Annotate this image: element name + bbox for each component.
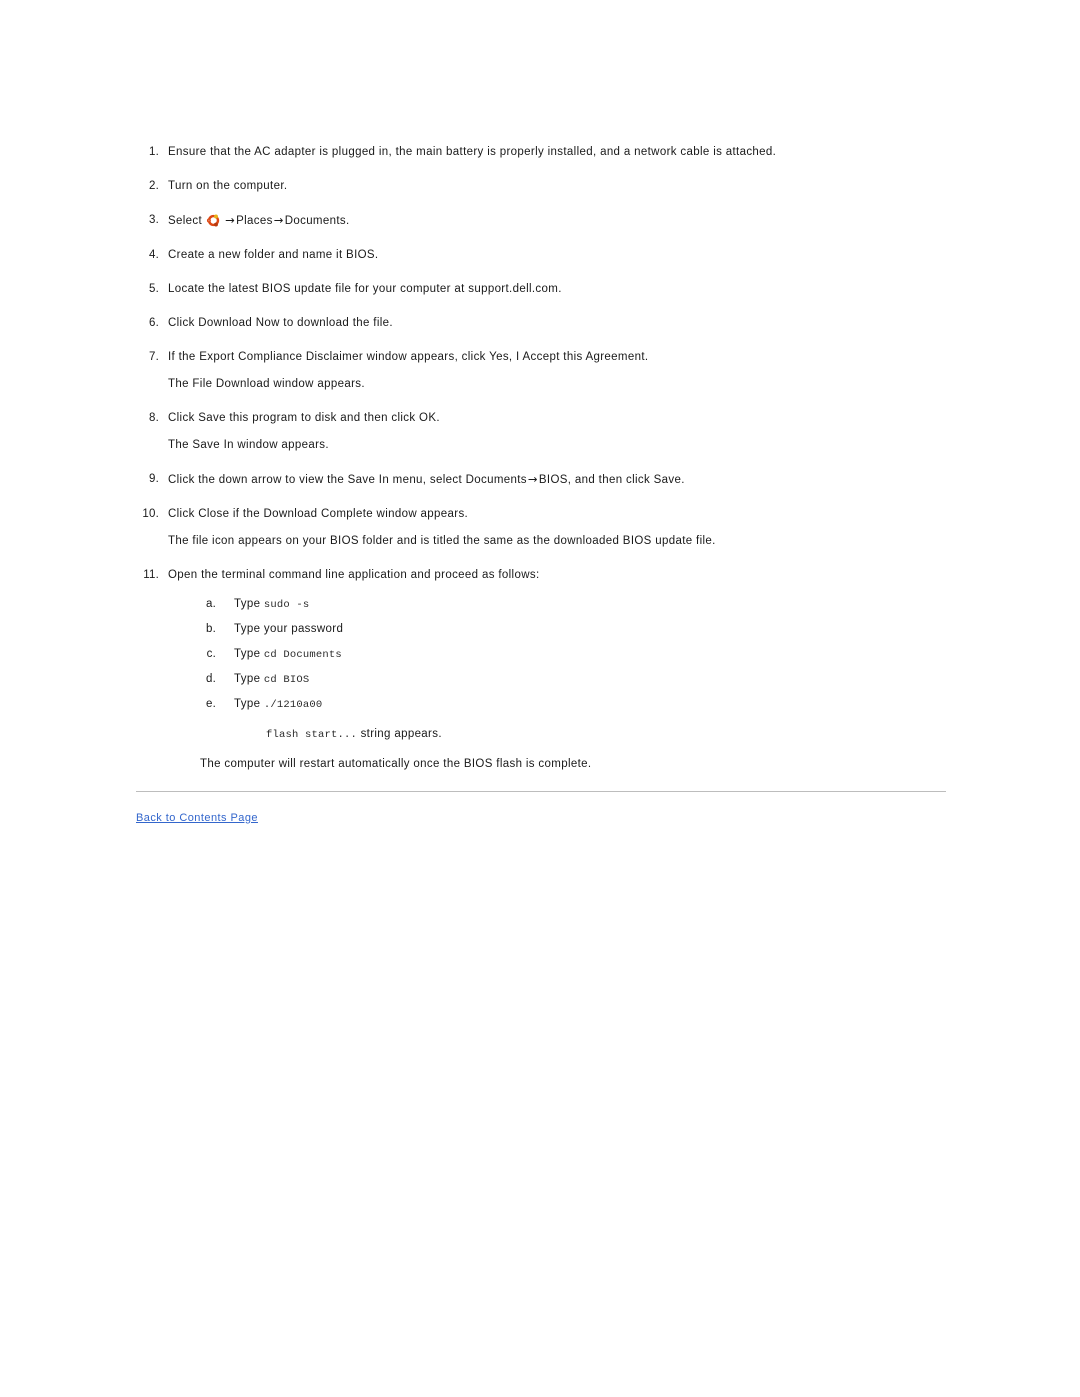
places-label: Places — [236, 215, 273, 227]
sub-list-label: Type — [234, 648, 261, 660]
sub-list-item: a. Type sudo -s — [200, 597, 956, 613]
list-item-text: Turn on the computer. — [168, 180, 288, 192]
ubuntu-logo-icon[interactable] — [206, 213, 221, 228]
sub-list-label: Type — [234, 698, 261, 710]
list-marker: 5. — [149, 283, 159, 295]
sub-list-marker: d. — [206, 673, 216, 685]
sub-list-label: Type — [234, 673, 261, 685]
list-marker: 2. — [149, 180, 159, 192]
list-item: 4. Create a new folder and name it BIOS. — [136, 248, 956, 263]
list-item: 8. Click Save this program to disk and t… — [136, 411, 956, 453]
list-marker: 6. — [149, 317, 159, 329]
list-item: 1. Ensure that the AC adapter is plugged… — [136, 145, 956, 160]
sub-list-item: b. Type your password — [200, 622, 956, 638]
list-item-text: Locate the latest BIOS update file for y… — [168, 283, 562, 295]
list-item-followup: The file icon appears on your BIOS folde… — [168, 535, 716, 547]
select-label: Select — [168, 215, 203, 227]
list-marker: 4. — [149, 249, 159, 261]
closing-note: The computer will restart automatically … — [200, 758, 592, 770]
list-item-text: Click Save this program to disk and then… — [168, 412, 440, 424]
list-item-text: Ensure that the AC adapter is plugged in… — [168, 146, 777, 158]
instruction-step-list: 1. Ensure that the AC adapter is plugged… — [136, 145, 956, 791]
sub-step-list: a. Type sudo -s b. Type your password c.… — [168, 597, 956, 743]
back-to-contents-link[interactable]: Back to Contents Page — [136, 812, 258, 824]
step9-prefix: Click the down arrow to view the Save In… — [168, 474, 527, 486]
list-item-text: Click Download Now to download the file. — [168, 317, 393, 329]
step9-suffix: BIOS, and then click Save. — [538, 474, 685, 486]
sub-list-marker: b. — [206, 623, 216, 635]
terminal-command: cd BIOS — [263, 674, 310, 686]
sub-list-marker: c. — [206, 648, 216, 660]
list-item: 5. Locate the latest BIOS update file fo… — [136, 282, 956, 297]
flash-start-string: flash start... — [266, 729, 358, 741]
sub-list-marker: a. — [206, 598, 216, 610]
documents-label: Documents. — [284, 215, 350, 227]
list-item-text: Open the terminal command line applicati… — [168, 569, 540, 581]
arrow-right-icon: → — [527, 472, 538, 486]
list-item-text: Click Close if the Download Complete win… — [168, 508, 469, 520]
list-item: 2. Turn on the computer. — [136, 179, 956, 194]
list-item-followup: The Save In window appears. — [168, 439, 329, 451]
flash-output-note: flash start... string appears. — [266, 727, 956, 743]
document-page: 1. Ensure that the AC adapter is plugged… — [0, 0, 1080, 1397]
list-item: 11. Open the terminal command line appli… — [136, 568, 956, 772]
sub-list-label: Type your password — [234, 623, 344, 635]
terminal-command: cd Documents — [263, 649, 342, 661]
list-item: 7. If the Export Compliance Disclaimer w… — [136, 350, 956, 392]
list-marker: 9. — [149, 473, 159, 485]
arrow-right-icon: → — [225, 213, 236, 227]
list-item: 3. Select →Places→Documents. — [136, 213, 956, 229]
list-item: 9. Click the down arrow to view the Save… — [136, 472, 956, 488]
sub-list-item: c. Type cd Documents — [200, 647, 956, 663]
list-marker: 7. — [149, 351, 159, 363]
list-item-text: Click the down arrow to view the Save In… — [168, 472, 956, 488]
list-marker: 1. — [149, 146, 159, 158]
list-item-text: If the Export Compliance Disclaimer wind… — [168, 351, 649, 363]
terminal-command: ./1210a00 — [263, 699, 323, 711]
sub-list-marker: e. — [206, 698, 216, 710]
list-item: 10. Click Close if the Download Complete… — [136, 507, 956, 549]
list-item-followup: The File Download window appears. — [168, 378, 365, 390]
sub-list-item: e. Type ./1210a00 — [200, 697, 956, 713]
list-item-text: Select →Places→Documents. — [168, 213, 956, 229]
list-marker: 3. — [149, 214, 159, 226]
list-marker: 10. — [142, 508, 159, 520]
sub-list-item: d. Type cd BIOS — [200, 672, 956, 688]
list-marker: 11. — [143, 569, 159, 581]
list-item-text: Create a new folder and name it BIOS. — [168, 249, 379, 261]
arrow-right-icon: → — [273, 213, 284, 227]
sub-list-label: Type — [234, 598, 261, 610]
list-item: 6. Click Download Now to download the fi… — [136, 316, 956, 331]
terminal-command: sudo -s — [263, 599, 310, 611]
horizontal-divider — [136, 791, 946, 792]
list-marker: 8. — [149, 412, 159, 424]
flash-note-suffix: string appears. — [360, 728, 442, 740]
